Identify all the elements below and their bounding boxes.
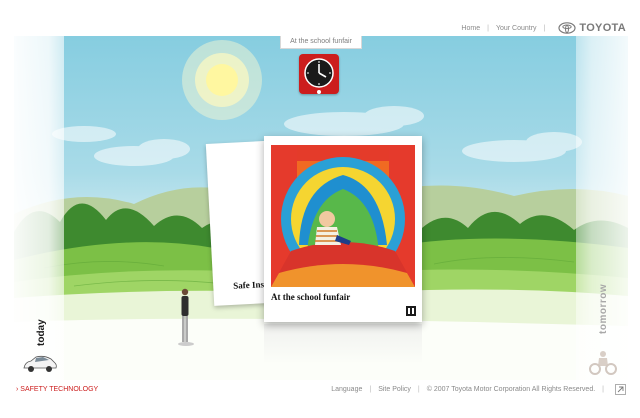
copyright-text: © 2007 Toyota Motor Corporation All Righ…	[426, 386, 596, 393]
nav-separator: |	[543, 24, 546, 32]
current-scene-card[interactable]: At the school funfair	[264, 136, 422, 322]
funfair-photo	[271, 145, 415, 287]
clock-button[interactable]	[299, 54, 339, 94]
corner-icon[interactable]	[615, 384, 626, 395]
quad-bike-icon	[589, 351, 617, 375]
tomorrow-panel[interactable]: tomorrow	[576, 36, 628, 380]
language-link[interactable]: Language	[331, 386, 362, 393]
card-reflection	[264, 324, 422, 364]
footer-links: Language | Site Policy | © 2007 Toyota M…	[331, 386, 604, 393]
today-label: today	[36, 319, 47, 346]
bouncy-castle-illustration	[271, 145, 415, 287]
tomorrow-label: tomorrow	[598, 283, 609, 334]
nav-separator: |	[487, 24, 489, 32]
scene-title-tab: At the school funfair	[280, 36, 362, 49]
safety-technology-link[interactable]: › SAFETY TECHNOLOGY	[16, 386, 98, 393]
footer-separator: |	[417, 386, 420, 393]
toyota-logo-icon	[558, 22, 576, 34]
site-policy-link[interactable]: Site Policy	[378, 386, 411, 393]
footer-separator: |	[602, 386, 604, 393]
pause-button[interactable]	[405, 305, 417, 317]
previous-card-title: Safe Ins	[233, 279, 265, 291]
today-panel[interactable]: today	[14, 36, 64, 380]
pause-icon	[412, 308, 414, 314]
footer: › SAFETY TECHNOLOGY Language | Site Poli…	[0, 380, 640, 418]
top-nav: Home | Your Country | TOYOTA	[461, 18, 626, 38]
brand-wordmark: TOYOTA	[579, 22, 626, 34]
pause-icon	[408, 308, 410, 314]
current-card-title: At the school funfair	[271, 292, 351, 302]
safety-technology-label: SAFETY TECHNOLOGY	[20, 386, 99, 393]
footer-separator: |	[369, 386, 372, 393]
car-icon	[23, 355, 57, 372]
arrow-icon: ›	[16, 386, 19, 393]
home-link[interactable]: Home	[461, 25, 480, 32]
clock-icon	[304, 58, 334, 94]
scene-viewport: today tomorrow At the school funfair Saf…	[14, 36, 628, 380]
toyota-logo[interactable]: TOYOTA	[558, 22, 626, 34]
your-country-link[interactable]: Your Country	[496, 25, 537, 32]
